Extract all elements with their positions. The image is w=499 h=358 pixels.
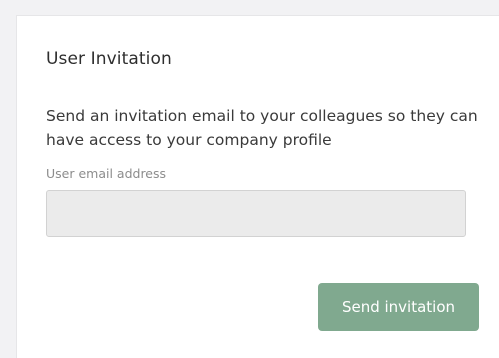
email-field[interactable] bbox=[46, 190, 466, 237]
user-invitation-card: User Invitation Send an invitation email… bbox=[16, 15, 499, 358]
invitation-description: Send an invitation email to your colleag… bbox=[46, 107, 478, 149]
card-title: User Invitation bbox=[46, 49, 172, 69]
send-invitation-button[interactable]: Send invitation bbox=[318, 283, 479, 331]
email-field-label: User email address bbox=[46, 166, 167, 181]
